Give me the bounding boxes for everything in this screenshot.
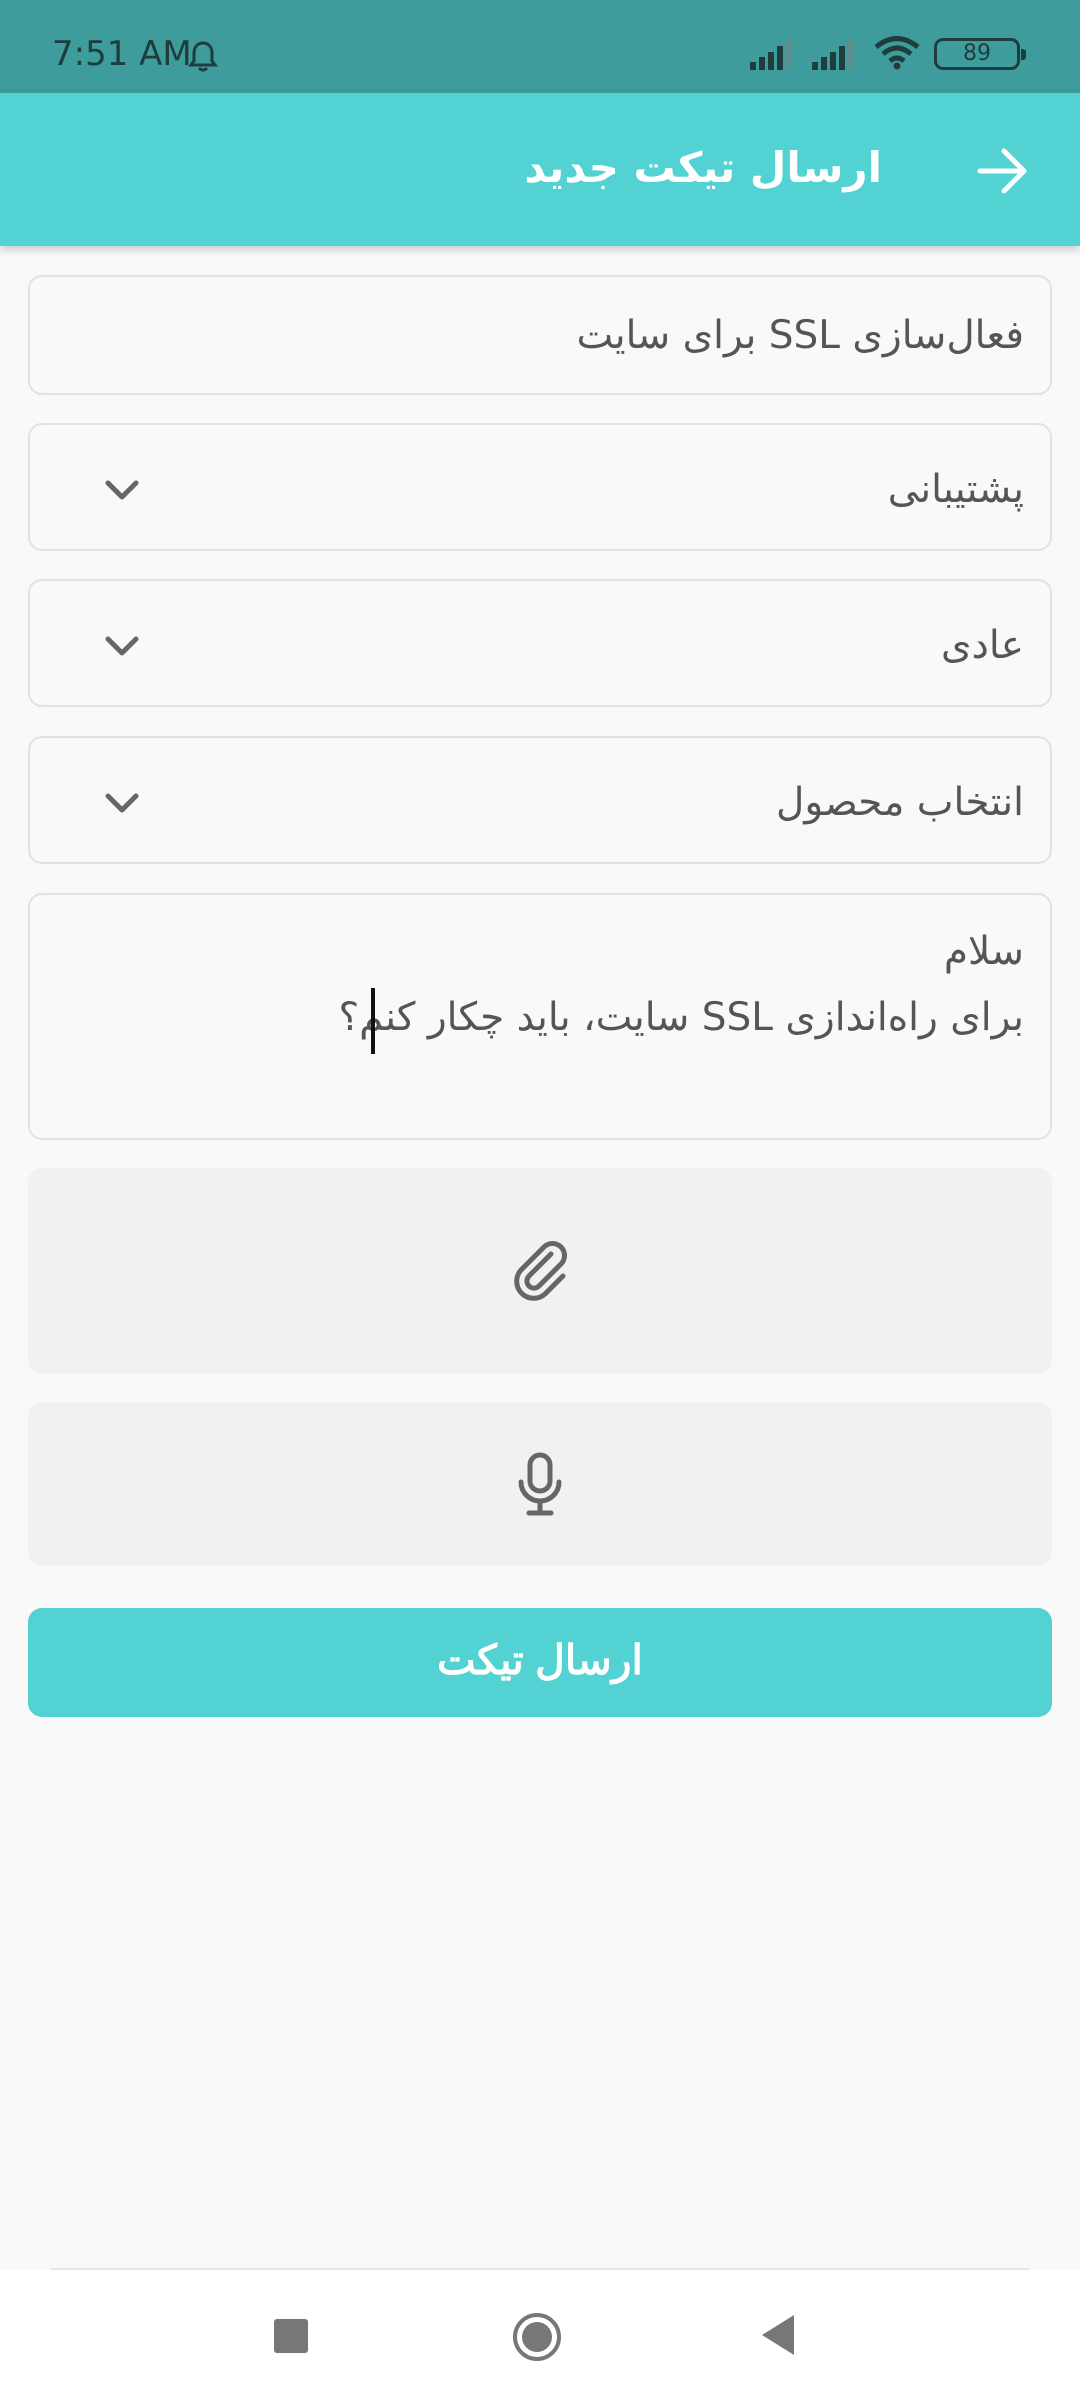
status-bar: 7:51 AM 89 xyxy=(0,0,1080,93)
message-line: برای راه‌اندازی SSL سایت، باید چکار کنم؟ xyxy=(338,995,1024,1040)
signal-icon xyxy=(750,40,792,70)
chevron-down-icon xyxy=(105,636,139,656)
paperclip-icon xyxy=(514,1241,567,1301)
home-icon[interactable] xyxy=(511,2311,563,2363)
message-textarea[interactable]: سلام برای راه‌اندازی SSL سایت، باید چکار… xyxy=(28,893,1052,1140)
system-nav-bar xyxy=(0,2270,1080,2400)
message-line: سلام xyxy=(943,929,1024,974)
department-value: پشتیبانی xyxy=(887,467,1024,512)
subject-value: فعال‌سازی SSL برای سایت xyxy=(576,313,1025,358)
attachment-button[interactable] xyxy=(28,1168,1052,1374)
priority-value: عادی xyxy=(940,623,1024,668)
product-select[interactable]: انتخاب محصول xyxy=(28,736,1052,864)
recents-icon[interactable] xyxy=(272,2317,312,2357)
page-title: ارسال تیکت جدید xyxy=(524,143,882,192)
app-bar: ارسال تیکت جدید xyxy=(0,93,1080,246)
priority-select[interactable]: عادی xyxy=(28,579,1052,707)
department-select[interactable]: پشتیبانی xyxy=(28,423,1052,551)
chevron-down-icon xyxy=(105,480,139,500)
bell-icon xyxy=(188,41,218,72)
back-icon[interactable] xyxy=(758,2313,798,2357)
microphone-icon xyxy=(518,1452,562,1516)
submit-ticket-label: ارسال تیکت xyxy=(437,1637,643,1683)
chevron-down-icon xyxy=(105,793,139,813)
text-cursor xyxy=(371,988,375,1054)
status-time: 7:51 AM xyxy=(52,34,192,74)
signal-icon xyxy=(812,40,854,70)
battery-indicator: 89 xyxy=(934,38,1026,70)
back-arrow-icon[interactable] xyxy=(974,143,1030,199)
status-icons: 89 xyxy=(750,36,1026,70)
subject-input[interactable]: فعال‌سازی SSL برای سایت xyxy=(28,275,1052,395)
submit-ticket-button[interactable]: ارسال تیکت xyxy=(28,1608,1052,1717)
wifi-icon xyxy=(874,36,920,70)
voice-record-button[interactable] xyxy=(28,1402,1052,1566)
product-value: انتخاب محصول xyxy=(776,780,1024,825)
